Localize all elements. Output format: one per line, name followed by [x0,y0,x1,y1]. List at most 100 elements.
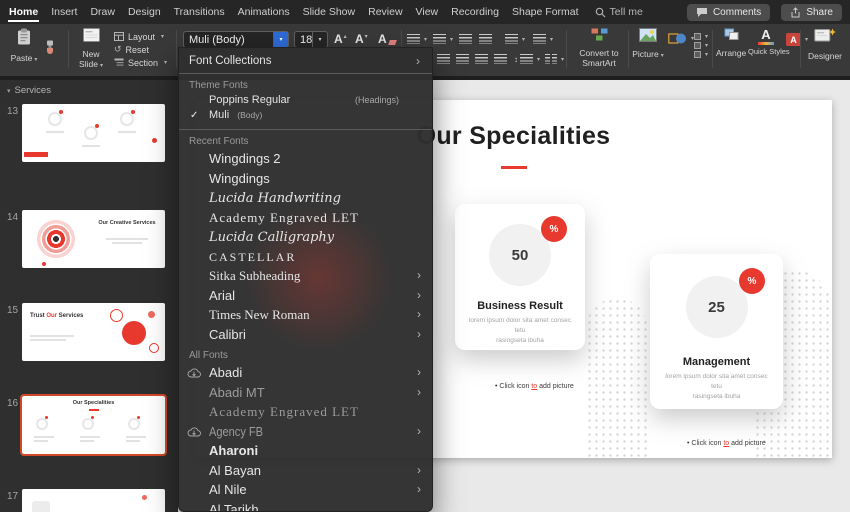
tell-me-search[interactable]: Tell me [595,6,643,18]
section-button[interactable]: Section ▾ [114,56,167,69]
card-body: lorem ipsum dolor sita amet consec tetu … [465,316,575,346]
designer-button[interactable]: Designer [804,27,846,61]
comments-button[interactable]: Comments [686,3,771,21]
powerpoint-window: Home Insert Draw Design Transitions Anim… [0,0,850,512]
align-left-button[interactable] [437,54,450,64]
font-item-wingdings[interactable]: Wingdings [179,169,432,189]
chevron-down-icon: ▾ [705,43,709,49]
quick-styles-button[interactable]: A Quick Styles [748,27,790,56]
tell-me-label: Tell me [609,6,643,18]
tab-draw[interactable]: Draw [89,1,116,23]
layout-button[interactable]: Layout ▾ [114,30,167,43]
font-item-aharoni[interactable]: Aharoni [179,441,432,461]
font-item-sitka-subheading[interactable]: Sitka Subheading › [179,266,432,286]
chevron-down-icon: ▾ [34,57,38,63]
decrease-indent-button[interactable] [459,34,472,44]
new-slide-label-2: Slide [79,59,98,70]
tab-insert[interactable]: Insert [50,1,78,23]
align-text-button[interactable]: ▾ [533,34,553,44]
shape-fill-button[interactable]: ▾ [694,32,708,41]
card-management[interactable]: 25 % Management lorem ipsum dolor sita a… [650,254,783,409]
font-item-abadi[interactable]: Abadi › [179,363,432,383]
slide-thumbnail-17[interactable] [22,489,165,512]
chevron-down-icon: ▾ [705,34,709,40]
font-item-poppins-regular[interactable]: Poppins Regular (Headings) [179,93,432,108]
chevron-down-icon: ▾ [705,52,709,58]
chevron-right-icon: › [417,462,421,477]
column-icon [552,54,557,64]
font-size-combo[interactable]: 18 ▾ [294,31,328,48]
align-justify-button[interactable] [494,54,507,64]
align-center-button[interactable] [456,54,469,64]
increase-indent-button[interactable] [479,34,492,44]
reset-button[interactable]: ↺ Reset [114,43,167,56]
tab-view[interactable]: View [415,1,440,23]
tab-transitions[interactable]: Transitions [173,1,226,23]
font-size-dropdown-button[interactable]: ▾ [312,32,327,47]
text-direction-button[interactable]: ▾ [505,34,525,44]
chevron-down-icon: ▾ [450,36,454,43]
chevron-right-icon: › [417,326,421,341]
slide-thumbnail-16-selected[interactable]: Our Specialities [20,394,167,456]
font-item-wingdings-2[interactable]: Wingdings 2 [179,149,432,169]
bullets-button[interactable]: ▾ [407,34,427,44]
slide-thumbnail-13[interactable] [22,104,165,162]
bullet-icon: • [687,440,690,447]
tab-review[interactable]: Review [367,1,403,23]
align-right-button[interactable] [475,54,488,64]
tab-shape-format[interactable]: Shape Format [511,1,580,23]
font-name-dropdown-button[interactable]: ▾ [273,32,288,47]
clear-formatting-button[interactable]: A [378,33,397,45]
font-item-castellar[interactable]: CASTELLAR [179,247,432,267]
new-slide-button[interactable]: New Slide ▾ [74,28,108,70]
font-item-academy-engraved-let-all[interactable]: Academy Engraved LET [179,402,432,422]
section-header-services[interactable]: ▾ Services [7,85,51,96]
font-item-abadi-mt[interactable]: Abadi MT › [179,383,432,403]
picture-button[interactable]: Picture ▾ [632,28,664,60]
slide-thumbnail-14[interactable]: Our Creative Services [22,210,165,268]
section-label: Services [14,85,51,96]
slide-number: 17 [7,491,19,502]
increase-font-size-button[interactable]: A ▴ [334,33,347,45]
slide-thumbnail-15[interactable]: Trust Our Services [22,303,165,361]
picture-placeholder-hint[interactable]: • Click icon to add picture [495,383,574,390]
format-painter-button[interactable] [44,40,56,59]
tab-design[interactable]: Design [127,1,162,23]
font-item-calibri[interactable]: Calibri › [179,325,432,345]
bullet-list-icon [407,34,420,44]
font-item-al-bayan[interactable]: Al Bayan › [179,461,432,481]
convert-to-smartart-button[interactable]: Convert to SmartArt [571,28,627,68]
menu-item-font-collections[interactable]: Font Collections › [179,48,432,73]
arrange-label: Arrange [716,48,747,58]
picture-placeholder-hint[interactable]: • Click icon to add picture [687,440,766,447]
arrange-button[interactable]: Arrange [716,28,746,58]
font-name-combo[interactable]: Muli (Body) ▾ [183,31,289,48]
quick-styles-icon: A [761,27,771,42]
card-business-result[interactable]: 50 % Business Result lorem ipsum dolor s… [455,204,585,350]
columns-button[interactable]: ▾ [545,54,564,64]
numbering-button[interactable]: ▾ [433,34,453,44]
tab-home[interactable]: Home [8,1,40,23]
tab-animations[interactable]: Animations [237,1,291,23]
shape-effects-button[interactable]: ▾ [694,50,708,59]
font-item-agency-fb[interactable]: Agency FB › [179,422,432,442]
font-item-academy-engraved-let[interactable]: Academy Engraved LET [179,208,432,228]
tab-slide-show[interactable]: Slide Show [302,1,357,23]
paragraph-align-group [437,54,507,64]
share-button[interactable]: Share [781,3,842,21]
font-item-arial[interactable]: Arial › [179,286,432,306]
line-spacing-button[interactable]: ↕ ▾ [514,54,540,64]
font-item-muli-selected[interactable]: ✓ Muli (Body) [179,108,432,123]
decrease-font-size-button[interactable]: A ▾ [355,33,368,45]
font-item-al-tarikh[interactable]: Al Tarikh [179,500,432,512]
tab-recording[interactable]: Recording [450,1,500,23]
font-item-al-nile[interactable]: Al Nile › [179,480,432,500]
font-item-times-new-roman[interactable]: Times New Roman › [179,305,432,325]
paste-button[interactable]: Paste ▾ [8,28,40,64]
shape-outline-button[interactable]: ▾ [694,41,708,50]
shapes-button[interactable]: ▾ [668,32,694,45]
new-slide-label: New [82,49,100,59]
font-item-lucida-handwriting[interactable]: Lucida Handwriting [179,188,432,208]
font-item-lucida-calligraphy[interactable]: Lucida Calligraphy [179,227,432,247]
chevron-down-icon: ▾ [522,36,526,43]
